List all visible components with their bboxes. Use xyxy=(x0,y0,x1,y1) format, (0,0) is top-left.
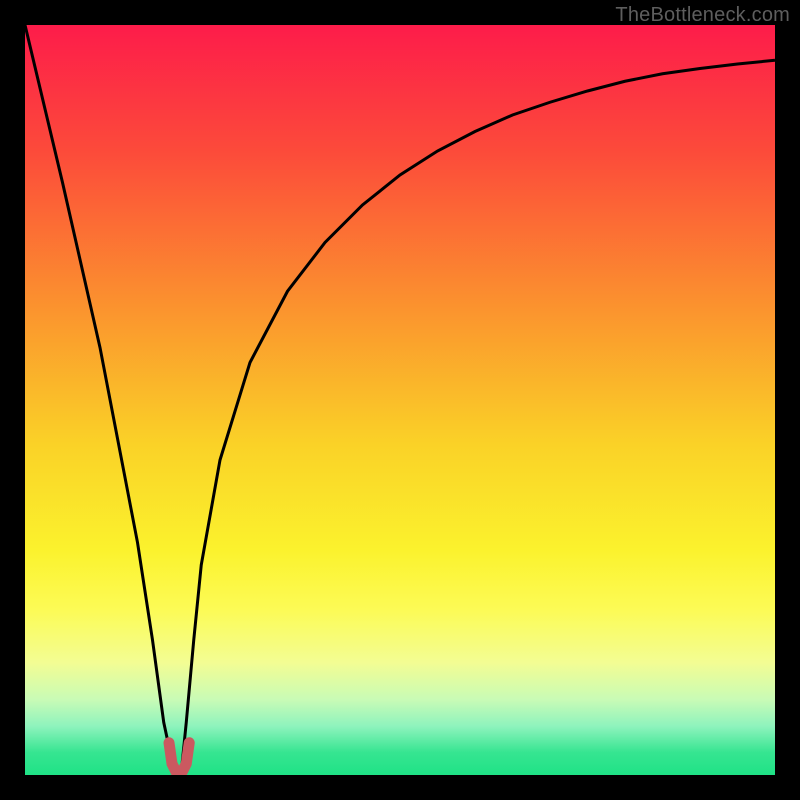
bottleneck-curve xyxy=(25,25,775,775)
marker-range xyxy=(169,743,189,773)
watermark-text: TheBottleneck.com xyxy=(615,4,790,27)
plot-area xyxy=(25,25,775,775)
outer-frame: TheBottleneck.com xyxy=(0,0,800,800)
chart-lines xyxy=(25,25,775,775)
